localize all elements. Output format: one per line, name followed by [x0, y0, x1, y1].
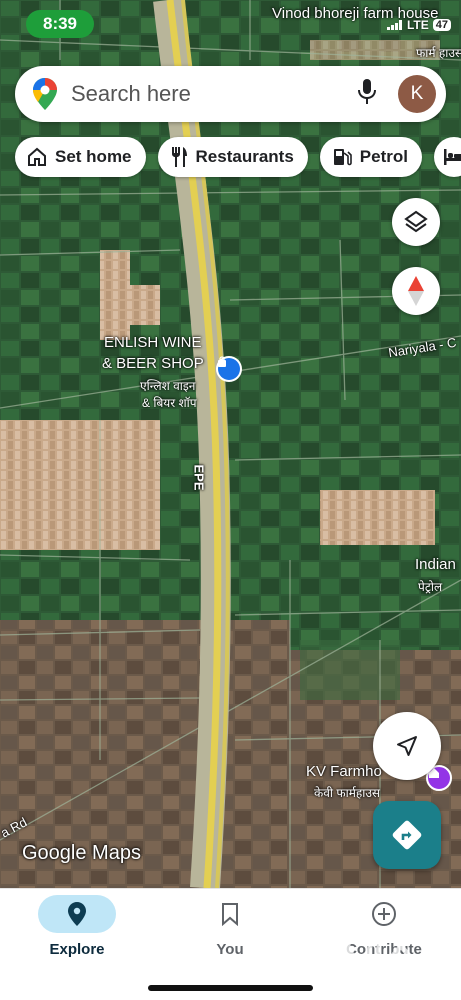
account-avatar[interactable]: K — [398, 75, 436, 113]
network-type: LTE — [406, 18, 429, 32]
nav-you[interactable]: You — [175, 895, 285, 958]
map-label-shop-line2[interactable]: & BEER SHOP — [102, 355, 204, 373]
map-label-indian-oil[interactable]: Indian — [415, 556, 456, 574]
navigation-arrow-icon — [397, 736, 417, 756]
category-chips: Set home Restaurants Petrol — [15, 137, 461, 177]
restaurant-icon — [171, 147, 187, 167]
status-time: 8:39 — [26, 10, 94, 38]
nav-explore-label: Explore — [49, 941, 105, 958]
google-maps-logo: Google Maps — [22, 842, 141, 864]
search-bar[interactable]: Search here K — [15, 66, 446, 122]
map-label-indian-oil-hindi: पेट्रोल — [418, 580, 443, 594]
explore-pin-icon — [68, 902, 86, 926]
map-label-farmhouse-hindi: फार्म हाउस — [416, 46, 461, 60]
layers-icon — [404, 210, 428, 233]
nav-explore[interactable]: Explore — [22, 895, 132, 958]
chip-label: Set home — [55, 147, 132, 166]
bookmark-icon — [222, 903, 238, 926]
map-label-shop-hindi-2: & बियर शॉप — [142, 396, 197, 410]
layers-button[interactable] — [392, 198, 440, 246]
directions-button[interactable] — [373, 801, 441, 869]
chip-restaurants[interactable]: Restaurants — [157, 137, 308, 177]
map-label-shop-line1[interactable]: ENLISH WINE — [104, 334, 202, 352]
signal-icon — [386, 20, 402, 30]
home-indicator — [148, 985, 313, 991]
shop-poi-marker[interactable] — [216, 356, 242, 382]
chip-set-home[interactable]: Set home — [15, 137, 146, 177]
chip-petrol[interactable]: Petrol — [319, 137, 422, 177]
battery-level: 47 — [432, 19, 451, 31]
shopping-bag-icon — [218, 356, 226, 367]
search-input[interactable]: Search here — [71, 81, 358, 107]
map-label-kv-farmhouse-hindi: केवी फार्महाउस — [314, 786, 381, 800]
my-location-button[interactable] — [373, 712, 441, 780]
fuel-icon — [333, 149, 352, 166]
hotel-icon — [443, 149, 461, 165]
mic-button[interactable] — [358, 78, 376, 110]
mic-icon — [358, 78, 376, 104]
maps-pin-icon — [33, 78, 57, 110]
directions-icon — [392, 820, 422, 850]
map-label-kv-farmhouse[interactable]: KV Farmho — [306, 763, 382, 781]
map-label-highway: EPE — [191, 464, 207, 491]
home-icon — [28, 147, 46, 166]
status-indicators: LTE 47 — [386, 18, 451, 32]
nav-you-label: You — [216, 941, 244, 958]
map-label-shop-hindi-1: एन्लिश वाइन — [140, 379, 196, 393]
olx-watermark — [345, 930, 413, 960]
chip-label: Petrol — [359, 147, 408, 166]
chip-hotels[interactable] — [433, 137, 461, 177]
compass-button[interactable] — [392, 267, 440, 315]
compass-icon — [408, 276, 424, 306]
chip-label: Restaurants — [195, 147, 294, 166]
